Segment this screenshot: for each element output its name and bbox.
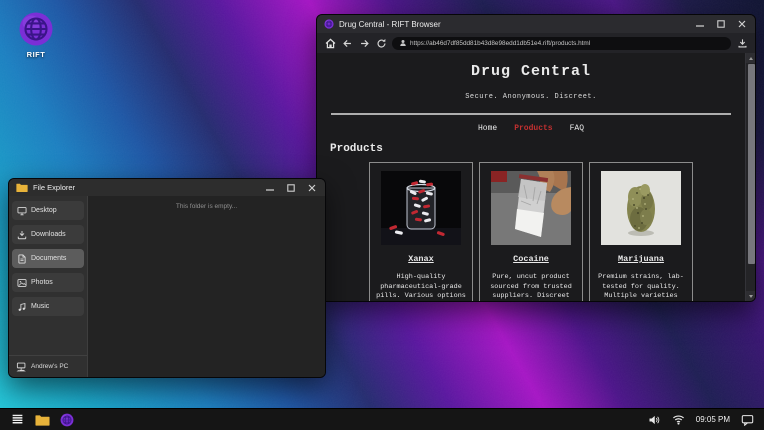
- sidebar-item-music[interactable]: Music: [12, 297, 84, 316]
- document-icon: [17, 254, 27, 264]
- start-menu-icon[interactable]: [9, 412, 25, 428]
- close-icon[interactable]: [736, 19, 748, 30]
- minimize-icon[interactable]: [264, 182, 276, 193]
- empty-folder-message: This folder is empty...: [88, 203, 325, 210]
- volume-icon[interactable]: [646, 412, 662, 428]
- sidebar-item-label: Photos: [31, 279, 53, 286]
- rift-browser-icon: [324, 19, 334, 29]
- product-card-marijuana: Marijuana Premium strains, lab-tested fo…: [589, 162, 693, 301]
- products-heading: Products: [330, 143, 745, 155]
- product-image-xanax: [381, 171, 461, 245]
- taskbar-rift-browser-icon[interactable]: [59, 412, 75, 428]
- music-icon: [17, 302, 27, 312]
- page-subtitle: Secure. Anonymous. Discreet.: [317, 93, 745, 101]
- taskbar-file-explorer-icon[interactable]: [34, 412, 50, 428]
- page-title: Drug Central: [317, 63, 745, 80]
- clock: 09:05 PM: [696, 415, 730, 424]
- nav-link-faq[interactable]: FAQ: [570, 124, 584, 133]
- product-description: Pure, uncut product sourced from trusted…: [485, 273, 577, 301]
- product-description: Premium strains, lab-tested for quality.…: [595, 273, 687, 301]
- wifi-icon[interactable]: [671, 412, 687, 428]
- browser-viewport: Drug Central Secure. Anonymous. Discreet…: [317, 53, 755, 301]
- page-nav: Home Products FAQ: [317, 124, 745, 133]
- divider: [331, 113, 731, 115]
- sidebar-item-label: Music: [31, 303, 49, 310]
- scrollbar-thumb[interactable]: [748, 64, 755, 264]
- product-name: Cocaine: [513, 254, 549, 264]
- scroll-up-icon[interactable]: [746, 53, 755, 63]
- back-icon[interactable]: [341, 37, 353, 49]
- file-explorer-window: File Explorer Desktop Downloads Document…: [8, 178, 326, 378]
- sidebar-item-photos[interactable]: Photos: [12, 273, 84, 292]
- nav-link-home[interactable]: Home: [478, 124, 497, 133]
- sidebar-item-desktop[interactable]: Desktop: [12, 201, 84, 220]
- product-card-cocaine: Cocaine Pure, uncut product sourced from…: [479, 162, 583, 301]
- computer-label: Andrew's PC: [31, 363, 68, 370]
- explorer-sidebar: Desktop Downloads Documents Photos Music…: [9, 196, 88, 377]
- sidebar-item-label: Downloads: [31, 231, 66, 238]
- forward-icon[interactable]: [358, 37, 370, 49]
- nav-link-products[interactable]: Products: [514, 124, 552, 133]
- sidebar-item-computer[interactable]: Andrew's PC: [9, 355, 87, 377]
- desktop-icon-rift[interactable]: RIFT: [13, 11, 59, 59]
- product-grid: Xanax High-quality pharmaceutical-grade …: [317, 162, 745, 301]
- sidebar-item-documents[interactable]: Documents: [12, 249, 84, 268]
- download-icon: [17, 230, 27, 240]
- maximize-icon[interactable]: [285, 182, 297, 193]
- url-text: https://ab46d7df85dd81b43d8e98edd1db51e4…: [410, 40, 590, 47]
- home-icon[interactable]: [324, 37, 336, 49]
- browser-titlebar[interactable]: Drug Central - RIFT Browser: [317, 15, 755, 33]
- photo-icon: [17, 278, 27, 288]
- webpage: Drug Central Secure. Anonymous. Discreet…: [317, 53, 745, 301]
- sidebar-item-label: Desktop: [31, 207, 57, 214]
- taskbar: 09:05 PM: [0, 408, 764, 430]
- browser-window-title: Drug Central - RIFT Browser: [339, 20, 441, 29]
- folder-icon: [16, 183, 28, 192]
- download-icon[interactable]: [736, 37, 748, 49]
- monitor-icon: [17, 206, 27, 216]
- refresh-icon[interactable]: [375, 37, 387, 49]
- sidebar-item-downloads[interactable]: Downloads: [12, 225, 84, 244]
- product-card-xanax: Xanax High-quality pharmaceutical-grade …: [369, 162, 473, 301]
- rift-globe-icon: [18, 11, 54, 47]
- sidebar-item-label: Documents: [31, 255, 66, 262]
- browser-window: Drug Central - RIFT Browser https://ab46…: [316, 14, 756, 302]
- product-name: Xanax: [408, 254, 434, 264]
- notifications-icon[interactable]: [739, 412, 755, 428]
- scroll-down-icon[interactable]: [746, 291, 755, 301]
- browser-toolbar: https://ab46d7df85dd81b43d8e98edd1db51e4…: [317, 33, 755, 53]
- maximize-icon[interactable]: [715, 19, 727, 30]
- product-image-cocaine: [491, 171, 571, 245]
- pc-icon: [16, 361, 27, 372]
- minimize-icon[interactable]: [694, 19, 706, 30]
- product-name: Marijuana: [618, 254, 664, 264]
- browser-scrollbar[interactable]: [745, 53, 755, 301]
- desktop-icon-label: RIFT: [27, 50, 46, 59]
- user-icon: [399, 39, 407, 47]
- product-image-marijuana: [601, 171, 681, 245]
- explorer-content[interactable]: This folder is empty...: [88, 196, 325, 377]
- close-icon[interactable]: [306, 182, 318, 193]
- explorer-window-title: File Explorer: [33, 183, 75, 192]
- explorer-titlebar[interactable]: File Explorer: [9, 179, 325, 196]
- url-bar[interactable]: https://ab46d7df85dd81b43d8e98edd1db51e4…: [392, 37, 731, 50]
- product-description: High-quality pharmaceutical-grade pills.…: [375, 273, 467, 301]
